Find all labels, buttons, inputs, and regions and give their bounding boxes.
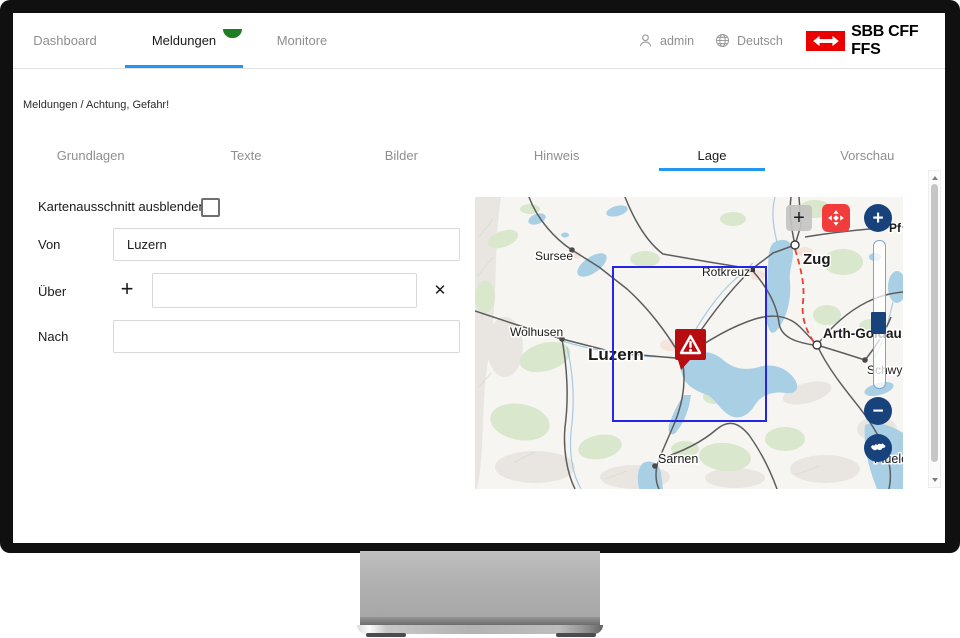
tab-vorschau[interactable]: Vorschau	[790, 139, 945, 171]
hide-map-label: Kartenausschnitt ausblenden	[38, 199, 206, 214]
hide-map-checkbox[interactable]	[201, 198, 220, 217]
monitor-foot-left	[366, 633, 406, 637]
scrollbar-up-arrow[interactable]	[932, 176, 938, 180]
von-input[interactable]	[113, 228, 460, 261]
label-wolhusen: Wolhusen	[510, 325, 563, 339]
map-zoom-slider-handle[interactable]	[871, 312, 886, 334]
map-canvas[interactable]: Sursee Rotkreuz Zug Wolhusen Luzern Arth…	[475, 197, 903, 489]
nav-item-monitore[interactable]: Monitore	[271, 13, 333, 68]
user-menu[interactable]: admin	[638, 13, 694, 68]
ueber-label: Über	[38, 284, 66, 299]
monitor-stand-band	[360, 617, 600, 625]
user-icon	[638, 33, 653, 48]
label-sursee: Sursee	[535, 249, 573, 263]
label-zug: Zug	[803, 251, 831, 268]
ueber-input[interactable]	[152, 273, 417, 308]
tab-texte[interactable]: Texte	[168, 139, 323, 171]
nach-label: Nach	[38, 329, 68, 344]
von-label: Von	[38, 237, 60, 252]
detail-tabs: Grundlagen Texte Bilder Hinweis Lage Vor…	[13, 139, 945, 171]
tab-hinweis[interactable]: Hinweis	[479, 139, 634, 171]
nav-item-dashboard[interactable]: Dashboard	[33, 13, 97, 68]
user-label: admin	[660, 34, 694, 48]
scrollbar-down-arrow[interactable]	[932, 478, 938, 482]
top-navbar: Dashboard Meldungen Monitore admin Deuts…	[13, 13, 945, 69]
map-overview-button[interactable]: +	[786, 205, 812, 231]
add-via-button[interactable]: +	[117, 279, 137, 299]
tab-lage[interactable]: Lage	[634, 139, 789, 171]
globe-icon	[715, 33, 730, 48]
monitor-stand-neck	[360, 551, 600, 617]
map-zoom-out-button[interactable]: −	[864, 397, 892, 425]
tab-grundlagen[interactable]: Grundlagen	[13, 139, 168, 171]
brand-text: SBB CFF FFS	[851, 23, 945, 59]
nav-item-meldungen[interactable]: Meldungen	[125, 13, 243, 68]
sbb-logo-icon	[806, 31, 845, 51]
map-pan-mode-button[interactable]	[822, 204, 850, 232]
breadcrumb: Meldungen / Achtung, Gefahr!	[23, 99, 169, 111]
scrollbar-thumb[interactable]	[931, 184, 938, 462]
label-arth-goldau: Arth-Goldau	[823, 326, 902, 341]
content-scrollbar[interactable]	[928, 170, 941, 488]
monitor-foot-right	[556, 633, 596, 637]
label-sarnen: Sarnen	[658, 452, 698, 466]
language-menu[interactable]: Deutsch	[715, 13, 783, 68]
language-label: Deutsch	[737, 34, 783, 48]
label-luzern: Luzern	[588, 345, 644, 364]
map-home-extent-button[interactable]	[864, 434, 892, 462]
clear-via-button[interactable]: ✕	[431, 281, 449, 299]
tab-bilder[interactable]: Bilder	[324, 139, 479, 171]
map-svg: Sursee Rotkreuz Zug Wolhusen Luzern Arth…	[475, 197, 903, 489]
pan-move-icon	[826, 208, 846, 228]
sbb-brand: SBB CFF FFS	[806, 13, 945, 68]
nach-input[interactable]	[113, 320, 460, 353]
map-zoom-in-button[interactable]: +	[864, 204, 892, 232]
switzerland-icon	[868, 438, 888, 458]
app-window: Dashboard Meldungen Monitore admin Deuts…	[13, 13, 945, 543]
